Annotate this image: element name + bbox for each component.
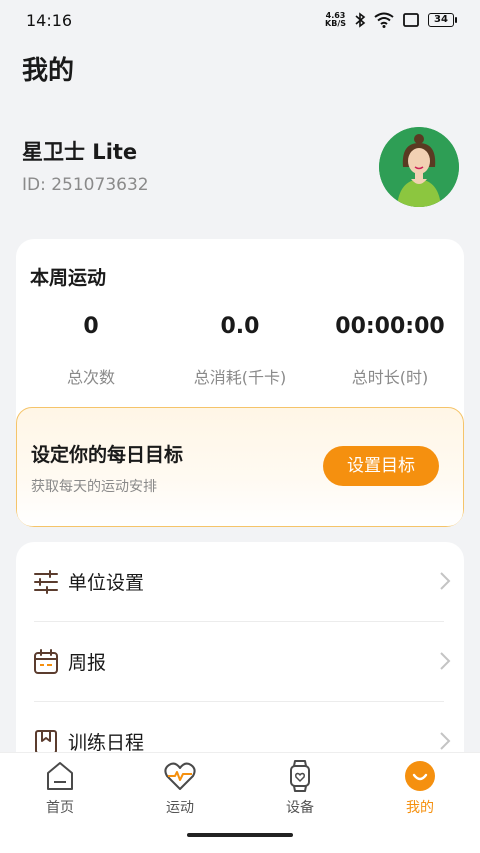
stat-duration-label: 总时长(时) [351, 368, 429, 387]
menu-item-weekly-report[interactable]: 周报 [16, 622, 464, 702]
menu-label-training-schedule: 训练日程 [68, 732, 145, 754]
heart-pulse-icon [164, 762, 196, 790]
page-title: 我的 [22, 56, 75, 86]
menu-label-units: 单位设置 [68, 572, 145, 594]
calendar-icon [34, 649, 58, 674]
tab-label-mine: 我的 [406, 800, 434, 816]
stat-count-value: 0 [83, 314, 99, 339]
avatar-person-icon [379, 127, 459, 207]
settings-menu: 单位设置 周报 训练日程 [16, 542, 464, 782]
tab-device[interactable]: 设备 [240, 759, 360, 817]
profile-name[interactable]: 星卫士 Lite [22, 136, 137, 166]
chevron-right-icon [440, 732, 451, 750]
tab-label-device: 设备 [286, 800, 314, 816]
chevron-right-icon [440, 572, 451, 590]
tab-sport[interactable]: 运动 [120, 759, 240, 817]
home-indicator[interactable] [187, 833, 293, 837]
set-goal-button[interactable]: 设置目标 [323, 446, 439, 486]
net-speed: 4.63 KB/S [325, 12, 346, 28]
chevron-right-icon [440, 652, 451, 670]
tab-home[interactable]: 首页 [0, 759, 120, 817]
daily-goal-box: 设定你的每日目标 获取每天的运动安排 设置目标 [16, 407, 464, 527]
goal-title: 设定你的每日目标 [31, 444, 184, 466]
net-speed-unit: KB/S [325, 19, 346, 28]
battery-icon: 34 [428, 13, 457, 27]
menu-item-units[interactable]: 单位设置 [16, 542, 464, 622]
wifi-icon [374, 12, 394, 28]
weekly-card: 本周运动 0 总次数 0.0 总消耗(千卡) 00:00:00 总时长(时) 设… [16, 239, 464, 527]
screen-icon [403, 13, 419, 27]
weekly-title: 本周运动 [30, 267, 107, 289]
tab-label-sport: 运动 [166, 800, 194, 816]
stat-calories-label: 总消耗(千卡) [193, 368, 287, 387]
stat-count-label: 总次数 [66, 368, 115, 387]
sliders-icon [34, 570, 58, 594]
home-icon [47, 762, 73, 790]
profile-icon [405, 761, 435, 791]
status-time: 14:16 [26, 10, 73, 30]
bluetooth-icon [355, 12, 366, 28]
status-bar: 14:16 4.63 KB/S 34 [0, 0, 480, 40]
stat-calories-value: 0.0 [220, 314, 260, 339]
menu-label-weekly-report: 周报 [68, 652, 107, 674]
profile-id: ID: 251073632 [22, 175, 149, 195]
watch-icon [290, 760, 310, 792]
goal-subtitle: 获取每天的运动安排 [31, 479, 157, 495]
stat-calories: 0.0 总消耗(千卡) [165, 314, 315, 388]
stat-duration: 00:00:00 总时长(时) [315, 314, 464, 388]
tab-label-home: 首页 [46, 800, 74, 816]
stat-count: 0 总次数 [16, 314, 166, 388]
stat-duration-value: 00:00:00 [335, 314, 445, 339]
bottom-tab-bar: 首页 运动 设备 我的 [0, 752, 480, 853]
avatar[interactable] [379, 127, 459, 207]
status-icons: 4.63 KB/S 34 [325, 12, 457, 28]
tab-mine[interactable]: 我的 [360, 759, 480, 817]
